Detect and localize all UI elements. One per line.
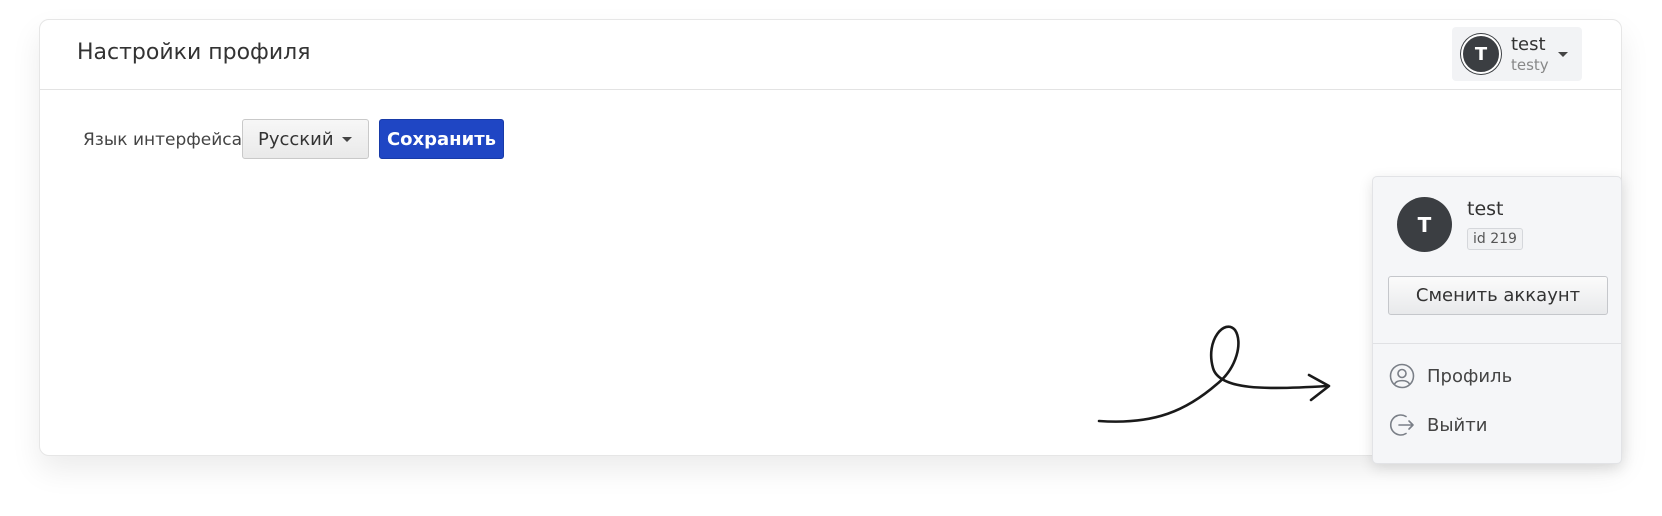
dropdown-user-name: test [1467, 198, 1504, 220]
menu-item-label: Выйти [1427, 414, 1488, 436]
avatar: T [1397, 197, 1452, 252]
logout-icon [1390, 414, 1414, 436]
language-select[interactable]: Русский [242, 119, 369, 159]
user-name: test [1511, 33, 1546, 55]
language-label: Язык интерфейса [83, 130, 243, 150]
user-login: testy [1511, 55, 1549, 74]
user-id-badge: id 219 [1467, 228, 1523, 250]
user-circle-icon [1389, 363, 1415, 389]
annotation-arrow [1097, 325, 1331, 423]
menu-item-label: Профиль [1427, 365, 1513, 387]
page-title: Настройки профиля [77, 40, 311, 65]
switch-account-button[interactable]: Сменить аккаунт [1388, 276, 1608, 315]
user-dropdown-menu: T test id 219 Сменить аккаунт Профиль Вы… [1372, 176, 1622, 464]
divider [1373, 343, 1621, 344]
chevron-down-icon [1558, 52, 1568, 57]
dropdown-user-info: T test id 219 [1397, 197, 1523, 252]
user-menu-toggle[interactable]: T test testy [1452, 27, 1582, 81]
profile-settings-card: Настройки профиля T test testy Язык инте… [39, 19, 1622, 464]
menu-item-profile[interactable]: Профиль [1389, 363, 1512, 389]
chevron-down-icon [342, 137, 352, 142]
card-header: Настройки профиля T test testy [40, 20, 1621, 90]
save-button[interactable]: Сохранить [379, 119, 504, 159]
menu-item-logout[interactable]: Выйти [1389, 412, 1487, 438]
language-value: Русский [258, 128, 334, 150]
avatar: T [1461, 34, 1501, 74]
